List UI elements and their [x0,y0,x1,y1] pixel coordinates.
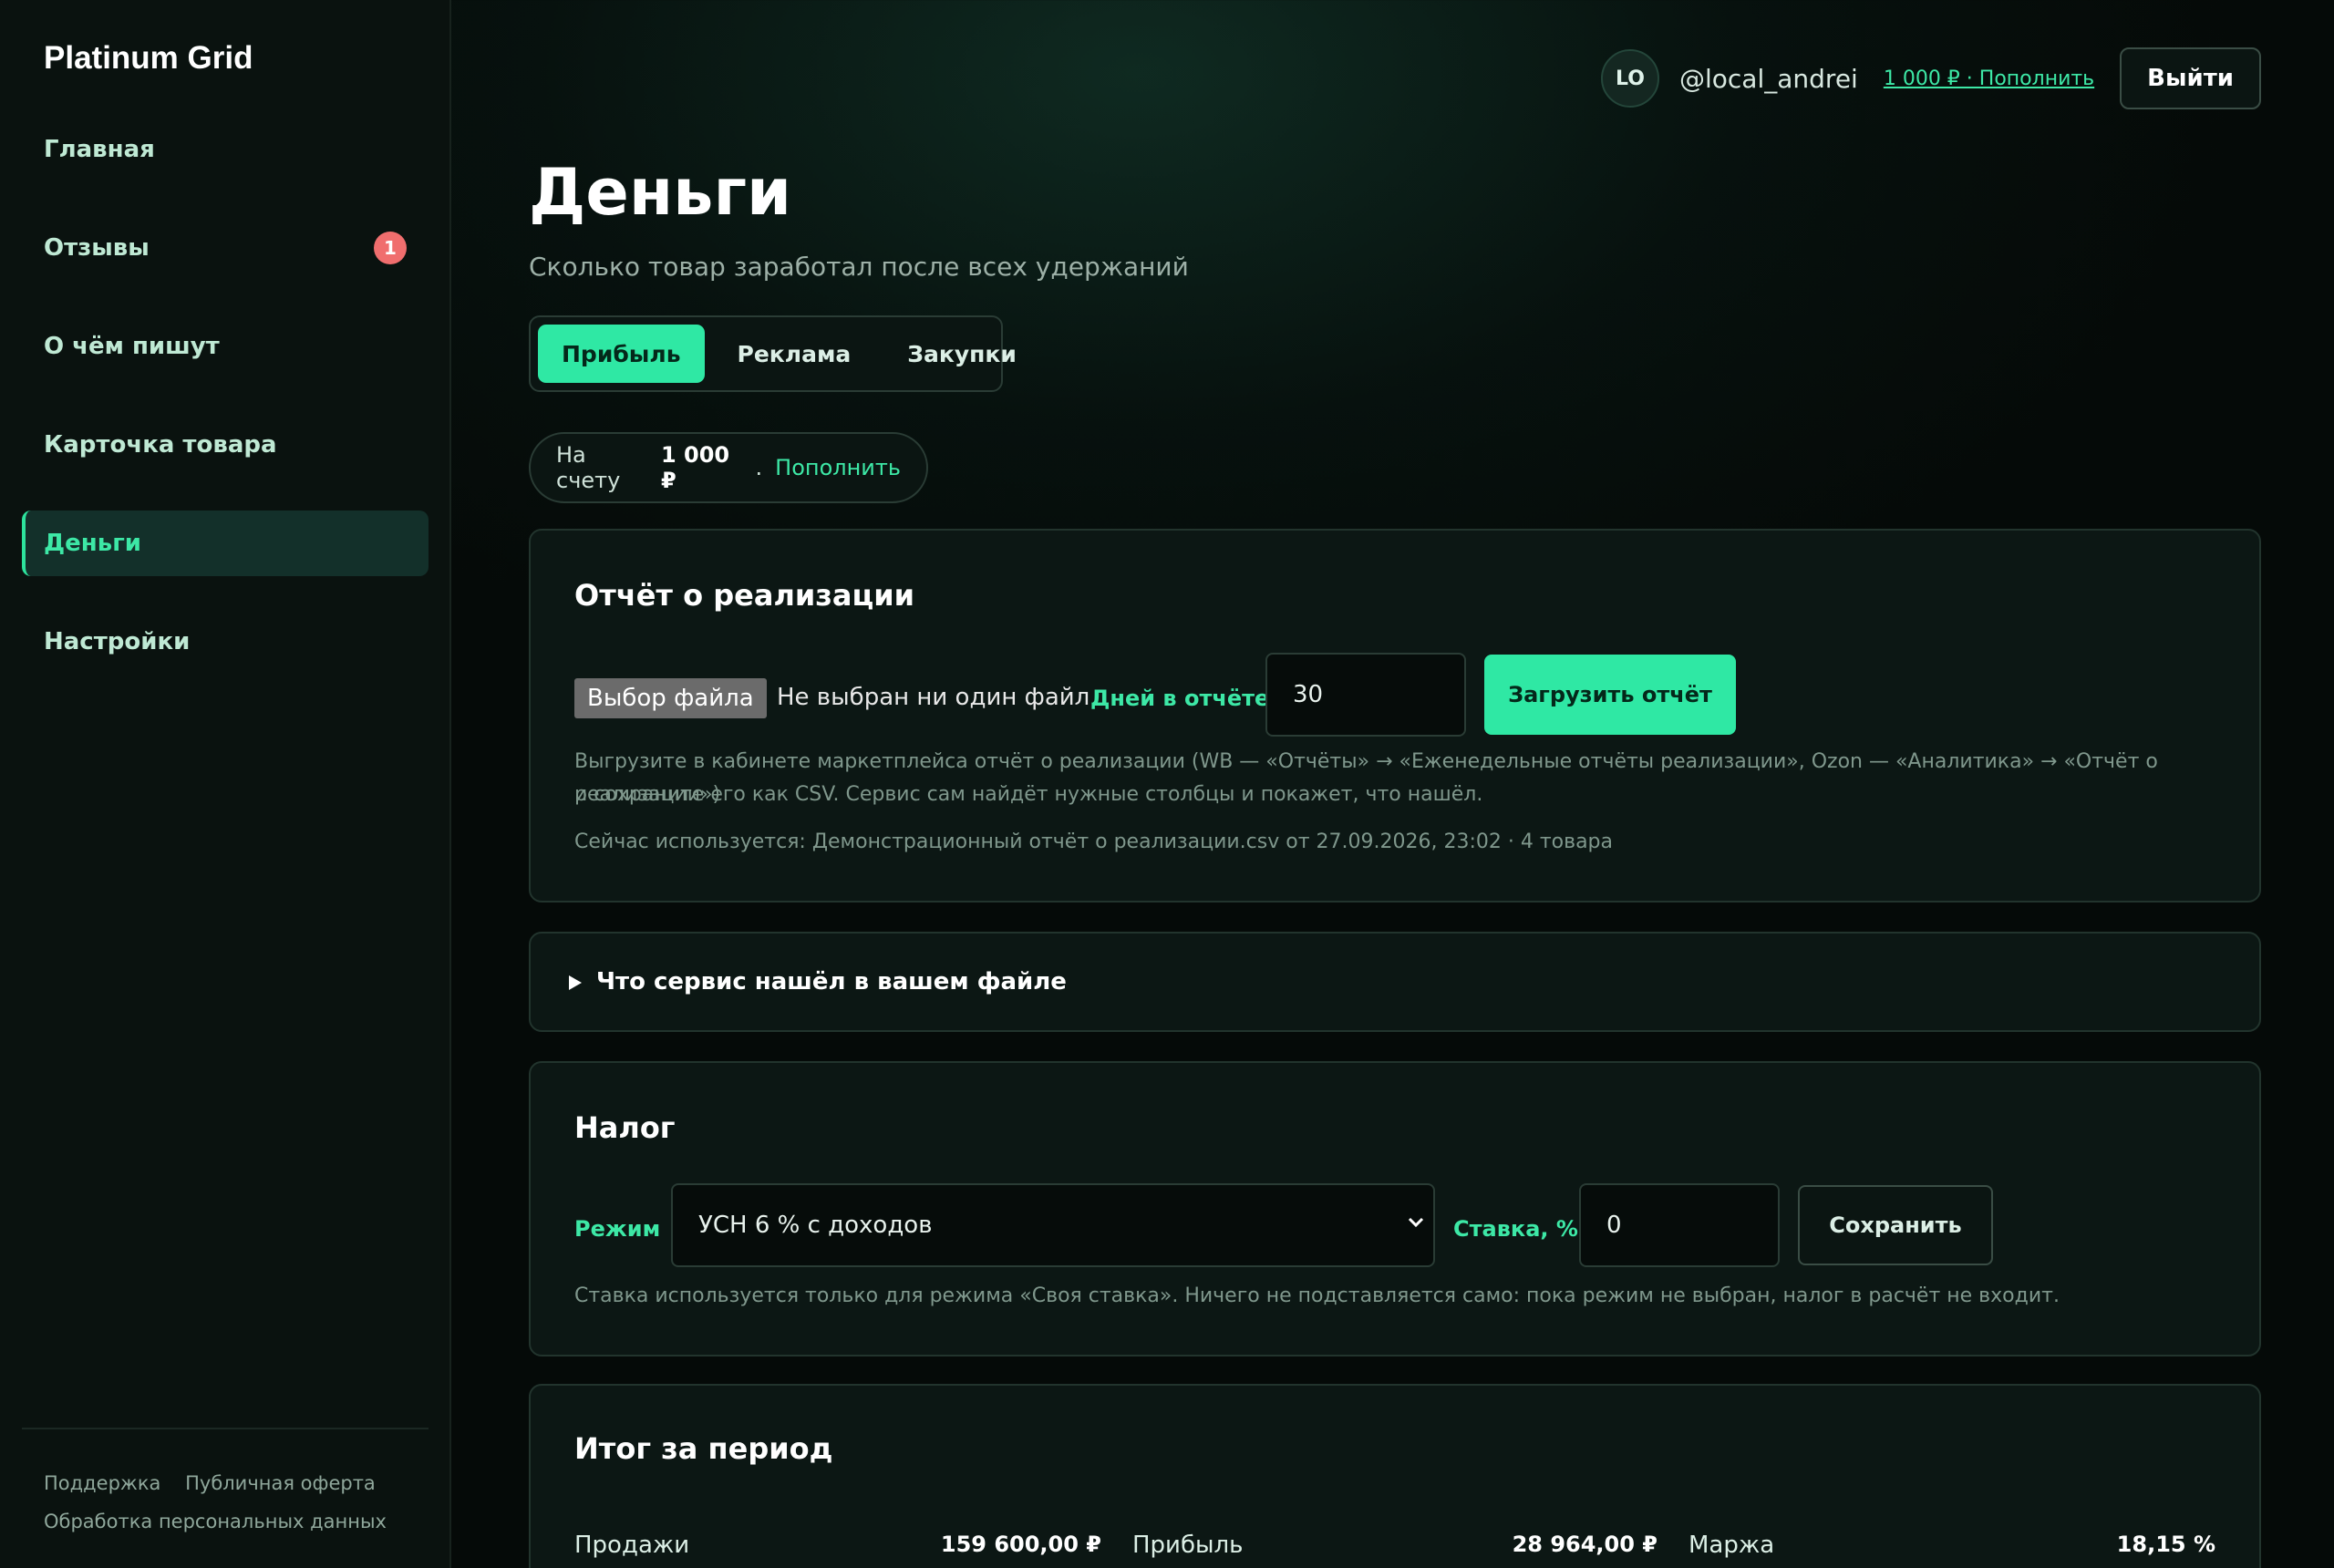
support-link[interactable]: Поддержка [44,1472,160,1494]
sidebar: Platinum Grid Главная Отзывы 1 О чём пиш… [0,0,451,1568]
tax-card: Налог Режим УСН 6 % с доходов Ставка, % … [529,1061,2261,1357]
sidebar-nav: Главная Отзывы 1 О чём пишут Карточка то… [22,117,429,707]
sidebar-footer-links: Поддержка Публичная оферта Обработка пер… [44,1464,405,1541]
public-offer-link[interactable]: Публичная оферта [185,1472,376,1494]
balance-amount: 1 000 ₽ [660,442,730,493]
summary-title: Итог за период [574,1431,833,1466]
sidebar-item-label: Главная [44,136,155,163]
days-label: Дней в отчёте [1090,686,1270,711]
balance-pill: На счету 1 000 ₽ . Пополнить [529,432,928,503]
sidebar-item-label: Настройки [44,628,191,655]
header-balance-topup-link[interactable]: 1 000 ₽ · Пополнить [1884,67,2094,90]
sidebar-divider [22,1428,429,1429]
sidebar-item-label: О чём пишут [44,333,220,360]
days-input[interactable]: 30 [1265,653,1466,737]
balance-topup-link[interactable]: Пополнить [775,455,901,480]
top-header: LO @local_andrei 1 000 ₽ · Пополнить Вый… [1601,47,2261,109]
summary-sales-value: 159 600,00 ₽ [940,1532,1101,1557]
tax-mode-label: Режим [574,1216,661,1242]
page-subtitle: Сколько товар заработал после всех удерж… [529,252,1189,282]
avatar[interactable]: LO [1601,49,1659,108]
tax-mode-value: УСН 6 % с доходов [698,1212,933,1239]
choose-file-button[interactable]: Выбор файла [574,678,767,718]
tab-ads[interactable]: Реклама [714,325,875,383]
personal-data-link[interactable]: Обработка персональных данных [44,1511,387,1532]
brand-logo[interactable]: Platinum Grid [44,40,253,77]
sidebar-item-label: Карточка товара [44,431,277,459]
username: @local_andrei [1679,63,1858,94]
report-title: Отчёт о реализации [574,578,915,613]
summary-profit-value: 28 964,00 ₽ [1512,1532,1658,1557]
file-status: Не выбран ни один файл [777,684,1090,711]
file-details-summary: Что сервис нашёл в вашем файле [596,968,1067,995]
sidebar-item-label: Отзывы [44,234,150,262]
tax-rate-label: Ставка, % [1453,1216,1578,1242]
sidebar-item-money[interactable]: Деньги [22,511,429,576]
sidebar-item-product-card[interactable]: Карточка товара [22,412,429,478]
tab-profit[interactable]: Прибыль [538,325,705,383]
balance-label: На счету [556,442,621,493]
sidebar-item-mentions[interactable]: О чём пишут [22,314,429,379]
money-tabs: Прибыль Реклама Закупки [529,315,1017,392]
tax-mode-select[interactable]: УСН 6 % с доходов [671,1183,1435,1267]
logout-button[interactable]: Выйти [2120,47,2261,109]
expand-triangle-icon [567,974,584,995]
period-summary-card: Итог за период Продажи 159 600,00 ₽ Приб… [529,1384,2261,1568]
summary-sales-label: Продажи [574,1532,690,1559]
summary-profit-label: Прибыль [1132,1532,1244,1559]
report-hint-line2: и сохраните его как CSV. Сервис сам найд… [574,783,1483,806]
chevron-down-icon [1406,1212,1426,1239]
upload-report-button[interactable]: Загрузить отчёт [1484,655,1736,735]
tab-purchases[interactable]: Закупки [883,325,1040,383]
tax-rate-input[interactable]: 0 [1579,1183,1780,1267]
sidebar-item-label: Деньги [44,530,141,557]
report-current-file: Сейчас используется: Демонстрационный от… [574,830,1613,853]
reviews-count-badge: 1 [374,232,407,264]
summary-margin-value: 18,15 % [2116,1532,2215,1557]
save-tax-button[interactable]: Сохранить [1798,1185,1993,1265]
sidebar-item-reviews[interactable]: Отзывы 1 [22,215,429,281]
report-card: Отчёт о реализации Выбор файла Не выбран… [529,529,2261,903]
tax-title: Налог [574,1110,676,1145]
file-details-card[interactable]: Что сервис нашёл в вашем файле [529,932,2261,1032]
page-title: Деньги [529,155,792,230]
sidebar-item-settings[interactable]: Настройки [22,609,429,675]
summary-margin-label: Маржа [1689,1532,1775,1559]
tax-hint: Ставка используется только для режима «С… [574,1284,2060,1307]
balance-separator: . [755,455,763,480]
sidebar-item-home[interactable]: Главная [22,117,429,182]
